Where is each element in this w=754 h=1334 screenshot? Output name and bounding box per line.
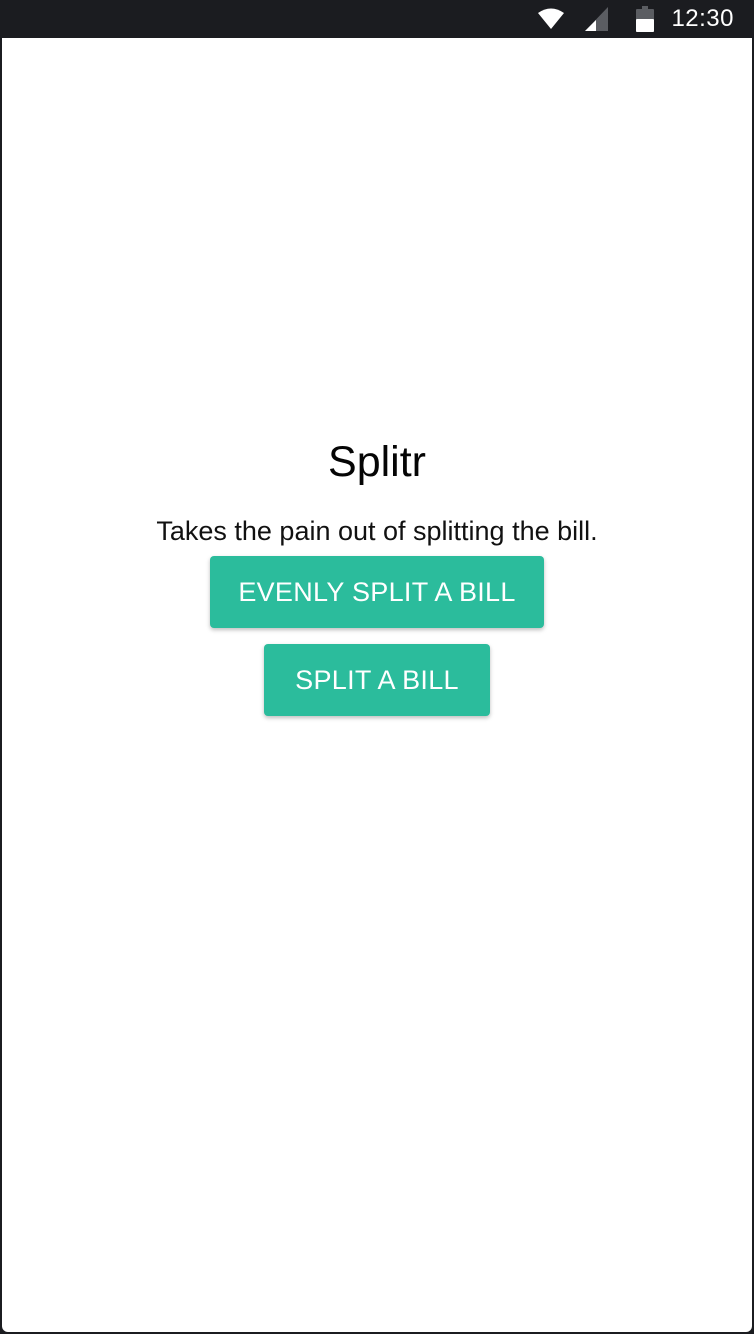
split-bill-button[interactable]: SPLIT A BILL	[264, 644, 490, 716]
battery-icon	[636, 6, 655, 32]
home-content: Splitr Takes the pain out of splitting t…	[2, 38, 752, 1332]
device-screen: 12:30 Splitr Takes the pain out of split…	[0, 0, 754, 1334]
signal-icon	[585, 7, 609, 31]
app-tagline: Takes the pain out of splitting the bill…	[156, 516, 598, 546]
status-clock: 12:30	[671, 5, 734, 32]
main-screen: Splitr Takes the pain out of splitting t…	[2, 38, 752, 1332]
wifi-icon	[538, 8, 565, 29]
status-icons: 12:30	[537, 0, 734, 38]
evenly-split-bill-button[interactable]: EVENLY SPLIT A BILL	[210, 556, 544, 628]
app-title: Splitr	[328, 437, 426, 486]
status-bar: 12:30	[0, 0, 754, 38]
